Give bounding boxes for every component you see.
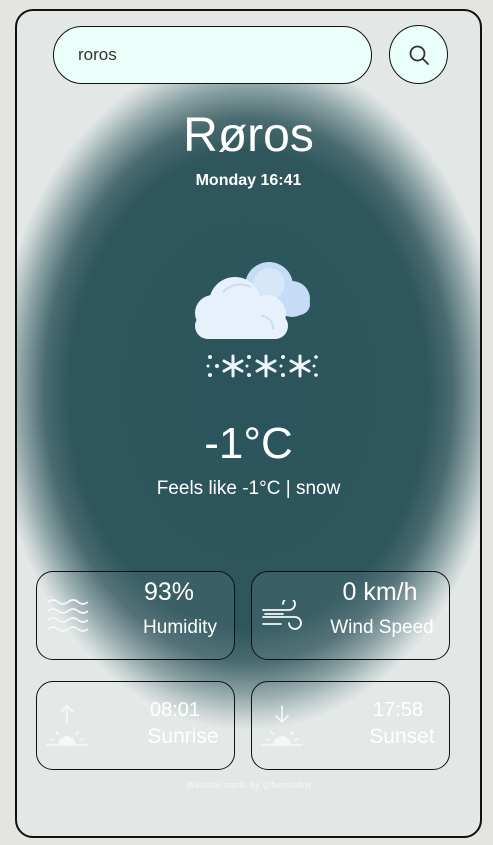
city-name: Røros (183, 109, 314, 162)
sunset-tile: 17:58 Sunset (251, 681, 450, 770)
humidity-waves-icon (47, 599, 89, 632)
weather-card: Røros Monday 16:41 (15, 9, 482, 838)
date-time: Monday 16:41 (195, 172, 302, 189)
wind-icon (262, 600, 302, 630)
temperature: -1°C (204, 419, 293, 468)
humidity-tile: 93% Humidity (36, 571, 235, 660)
humidity-value: 93% (143, 578, 195, 606)
wind-speed-value: 0 km/h (342, 578, 418, 606)
feels-like-text: Feels like -1°C | snow (156, 478, 341, 499)
sunrise-label: Sunrise (147, 725, 219, 748)
sunrise-time: 08:01 (149, 699, 201, 721)
wind-tile: 0 km/h Wind Speed (251, 571, 450, 660)
humidity-label: Humidity (143, 617, 217, 638)
sunrise-icon (46, 704, 88, 746)
search-input[interactable] (53, 26, 372, 84)
wind-speed-label: Wind Speed (330, 617, 434, 638)
sunrise-tile: 08:01 Sunrise (36, 681, 235, 770)
footer-credit: Website made by @hermidrn (186, 780, 311, 790)
search-button[interactable] (389, 25, 448, 84)
sunset-time: 17:58 (372, 699, 424, 721)
sunset-icon (261, 705, 303, 746)
snow-cloud-icon (195, 262, 318, 378)
search-icon (409, 45, 429, 65)
sunset-label: Sunset (369, 725, 435, 748)
